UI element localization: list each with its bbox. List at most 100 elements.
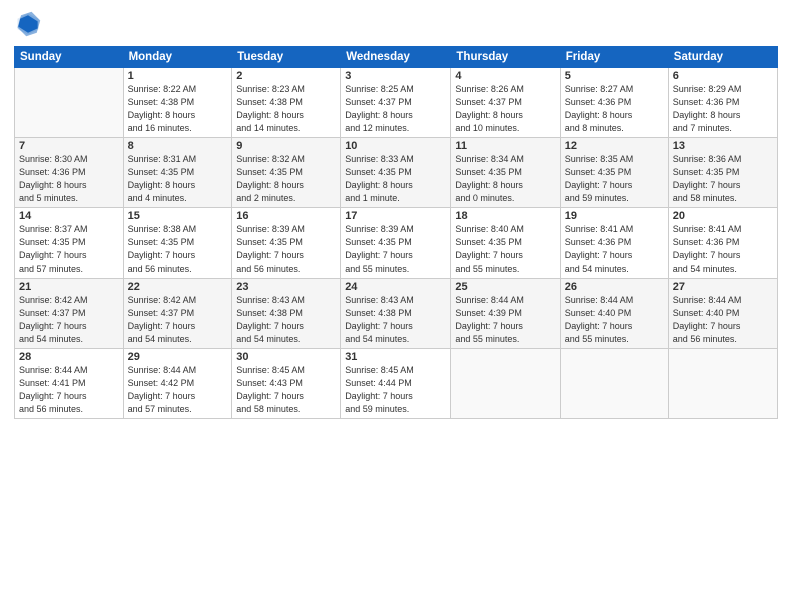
header [14, 10, 778, 38]
calendar-cell: 7Sunrise: 8:30 AM Sunset: 4:36 PM Daylig… [15, 138, 124, 208]
calendar-cell: 12Sunrise: 8:35 AM Sunset: 4:35 PM Dayli… [560, 138, 668, 208]
calendar-cell: 24Sunrise: 8:43 AM Sunset: 4:38 PM Dayli… [341, 278, 451, 348]
day-number: 8 [128, 140, 228, 152]
calendar-cell: 23Sunrise: 8:43 AM Sunset: 4:38 PM Dayli… [232, 278, 341, 348]
calendar-cell: 19Sunrise: 8:41 AM Sunset: 4:36 PM Dayli… [560, 208, 668, 278]
day-number: 29 [128, 351, 228, 363]
day-number: 9 [236, 140, 336, 152]
calendar-header-row: SundayMondayTuesdayWednesdayThursdayFrid… [15, 47, 778, 68]
day-number: 2 [236, 70, 336, 82]
day-number: 4 [455, 70, 555, 82]
day-info: Sunrise: 8:44 AM Sunset: 4:41 PM Dayligh… [19, 364, 119, 416]
day-info: Sunrise: 8:39 AM Sunset: 4:35 PM Dayligh… [236, 223, 336, 275]
calendar-cell: 31Sunrise: 8:45 AM Sunset: 4:44 PM Dayli… [341, 348, 451, 418]
day-info: Sunrise: 8:22 AM Sunset: 4:38 PM Dayligh… [128, 83, 228, 135]
day-info: Sunrise: 8:43 AM Sunset: 4:38 PM Dayligh… [236, 294, 336, 346]
day-number: 26 [565, 281, 664, 293]
day-number: 19 [565, 210, 664, 222]
calendar-week-row: 1Sunrise: 8:22 AM Sunset: 4:38 PM Daylig… [15, 68, 778, 138]
day-info: Sunrise: 8:44 AM Sunset: 4:40 PM Dayligh… [673, 294, 773, 346]
calendar-cell: 10Sunrise: 8:33 AM Sunset: 4:35 PM Dayli… [341, 138, 451, 208]
day-info: Sunrise: 8:27 AM Sunset: 4:36 PM Dayligh… [565, 83, 664, 135]
calendar-cell: 21Sunrise: 8:42 AM Sunset: 4:37 PM Dayli… [15, 278, 124, 348]
day-info: Sunrise: 8:45 AM Sunset: 4:44 PM Dayligh… [345, 364, 446, 416]
calendar-table: SundayMondayTuesdayWednesdayThursdayFrid… [14, 46, 778, 419]
day-number: 25 [455, 281, 555, 293]
day-info: Sunrise: 8:42 AM Sunset: 4:37 PM Dayligh… [19, 294, 119, 346]
day-info: Sunrise: 8:44 AM Sunset: 4:39 PM Dayligh… [455, 294, 555, 346]
day-info: Sunrise: 8:44 AM Sunset: 4:40 PM Dayligh… [565, 294, 664, 346]
calendar-cell: 29Sunrise: 8:44 AM Sunset: 4:42 PM Dayli… [123, 348, 232, 418]
day-info: Sunrise: 8:32 AM Sunset: 4:35 PM Dayligh… [236, 153, 336, 205]
weekday-header-monday: Monday [123, 47, 232, 68]
day-number: 18 [455, 210, 555, 222]
calendar-cell: 22Sunrise: 8:42 AM Sunset: 4:37 PM Dayli… [123, 278, 232, 348]
calendar-cell: 9Sunrise: 8:32 AM Sunset: 4:35 PM Daylig… [232, 138, 341, 208]
calendar-cell [451, 348, 560, 418]
day-info: Sunrise: 8:30 AM Sunset: 4:36 PM Dayligh… [19, 153, 119, 205]
day-info: Sunrise: 8:39 AM Sunset: 4:35 PM Dayligh… [345, 223, 446, 275]
calendar-cell: 3Sunrise: 8:25 AM Sunset: 4:37 PM Daylig… [341, 68, 451, 138]
day-number: 24 [345, 281, 446, 293]
day-number: 28 [19, 351, 119, 363]
day-number: 10 [345, 140, 446, 152]
day-number: 27 [673, 281, 773, 293]
weekday-header-friday: Friday [560, 47, 668, 68]
day-info: Sunrise: 8:37 AM Sunset: 4:35 PM Dayligh… [19, 223, 119, 275]
weekday-header-tuesday: Tuesday [232, 47, 341, 68]
day-info: Sunrise: 8:38 AM Sunset: 4:35 PM Dayligh… [128, 223, 228, 275]
day-number: 17 [345, 210, 446, 222]
calendar-cell: 1Sunrise: 8:22 AM Sunset: 4:38 PM Daylig… [123, 68, 232, 138]
calendar-cell: 14Sunrise: 8:37 AM Sunset: 4:35 PM Dayli… [15, 208, 124, 278]
day-number: 15 [128, 210, 228, 222]
calendar-cell: 11Sunrise: 8:34 AM Sunset: 4:35 PM Dayli… [451, 138, 560, 208]
day-info: Sunrise: 8:25 AM Sunset: 4:37 PM Dayligh… [345, 83, 446, 135]
weekday-header-thursday: Thursday [451, 47, 560, 68]
day-number: 16 [236, 210, 336, 222]
day-info: Sunrise: 8:29 AM Sunset: 4:36 PM Dayligh… [673, 83, 773, 135]
day-info: Sunrise: 8:34 AM Sunset: 4:35 PM Dayligh… [455, 153, 555, 205]
day-number: 31 [345, 351, 446, 363]
day-number: 5 [565, 70, 664, 82]
weekday-header-wednesday: Wednesday [341, 47, 451, 68]
day-number: 22 [128, 281, 228, 293]
day-number: 1 [128, 70, 228, 82]
day-number: 13 [673, 140, 773, 152]
day-number: 21 [19, 281, 119, 293]
calendar-week-row: 28Sunrise: 8:44 AM Sunset: 4:41 PM Dayli… [15, 348, 778, 418]
calendar-cell: 18Sunrise: 8:40 AM Sunset: 4:35 PM Dayli… [451, 208, 560, 278]
calendar-week-row: 21Sunrise: 8:42 AM Sunset: 4:37 PM Dayli… [15, 278, 778, 348]
day-number: 11 [455, 140, 555, 152]
day-info: Sunrise: 8:41 AM Sunset: 4:36 PM Dayligh… [673, 223, 773, 275]
day-number: 20 [673, 210, 773, 222]
day-number: 23 [236, 281, 336, 293]
day-info: Sunrise: 8:36 AM Sunset: 4:35 PM Dayligh… [673, 153, 773, 205]
calendar-cell: 27Sunrise: 8:44 AM Sunset: 4:40 PM Dayli… [668, 278, 777, 348]
calendar-cell [668, 348, 777, 418]
day-info: Sunrise: 8:45 AM Sunset: 4:43 PM Dayligh… [236, 364, 336, 416]
day-info: Sunrise: 8:23 AM Sunset: 4:38 PM Dayligh… [236, 83, 336, 135]
day-info: Sunrise: 8:35 AM Sunset: 4:35 PM Dayligh… [565, 153, 664, 205]
calendar-cell: 2Sunrise: 8:23 AM Sunset: 4:38 PM Daylig… [232, 68, 341, 138]
calendar-cell: 8Sunrise: 8:31 AM Sunset: 4:35 PM Daylig… [123, 138, 232, 208]
day-info: Sunrise: 8:33 AM Sunset: 4:35 PM Dayligh… [345, 153, 446, 205]
day-info: Sunrise: 8:26 AM Sunset: 4:37 PM Dayligh… [455, 83, 555, 135]
weekday-header-sunday: Sunday [15, 47, 124, 68]
calendar-week-row: 7Sunrise: 8:30 AM Sunset: 4:36 PM Daylig… [15, 138, 778, 208]
calendar-cell: 26Sunrise: 8:44 AM Sunset: 4:40 PM Dayli… [560, 278, 668, 348]
calendar-cell: 20Sunrise: 8:41 AM Sunset: 4:36 PM Dayli… [668, 208, 777, 278]
calendar-cell: 6Sunrise: 8:29 AM Sunset: 4:36 PM Daylig… [668, 68, 777, 138]
calendar-cell: 13Sunrise: 8:36 AM Sunset: 4:35 PM Dayli… [668, 138, 777, 208]
calendar-week-row: 14Sunrise: 8:37 AM Sunset: 4:35 PM Dayli… [15, 208, 778, 278]
logo-icon [14, 10, 42, 38]
day-number: 7 [19, 140, 119, 152]
calendar-cell: 5Sunrise: 8:27 AM Sunset: 4:36 PM Daylig… [560, 68, 668, 138]
day-number: 12 [565, 140, 664, 152]
day-info: Sunrise: 8:44 AM Sunset: 4:42 PM Dayligh… [128, 364, 228, 416]
day-info: Sunrise: 8:31 AM Sunset: 4:35 PM Dayligh… [128, 153, 228, 205]
day-info: Sunrise: 8:42 AM Sunset: 4:37 PM Dayligh… [128, 294, 228, 346]
day-info: Sunrise: 8:40 AM Sunset: 4:35 PM Dayligh… [455, 223, 555, 275]
calendar-cell: 16Sunrise: 8:39 AM Sunset: 4:35 PM Dayli… [232, 208, 341, 278]
weekday-header-saturday: Saturday [668, 47, 777, 68]
calendar-cell: 25Sunrise: 8:44 AM Sunset: 4:39 PM Dayli… [451, 278, 560, 348]
